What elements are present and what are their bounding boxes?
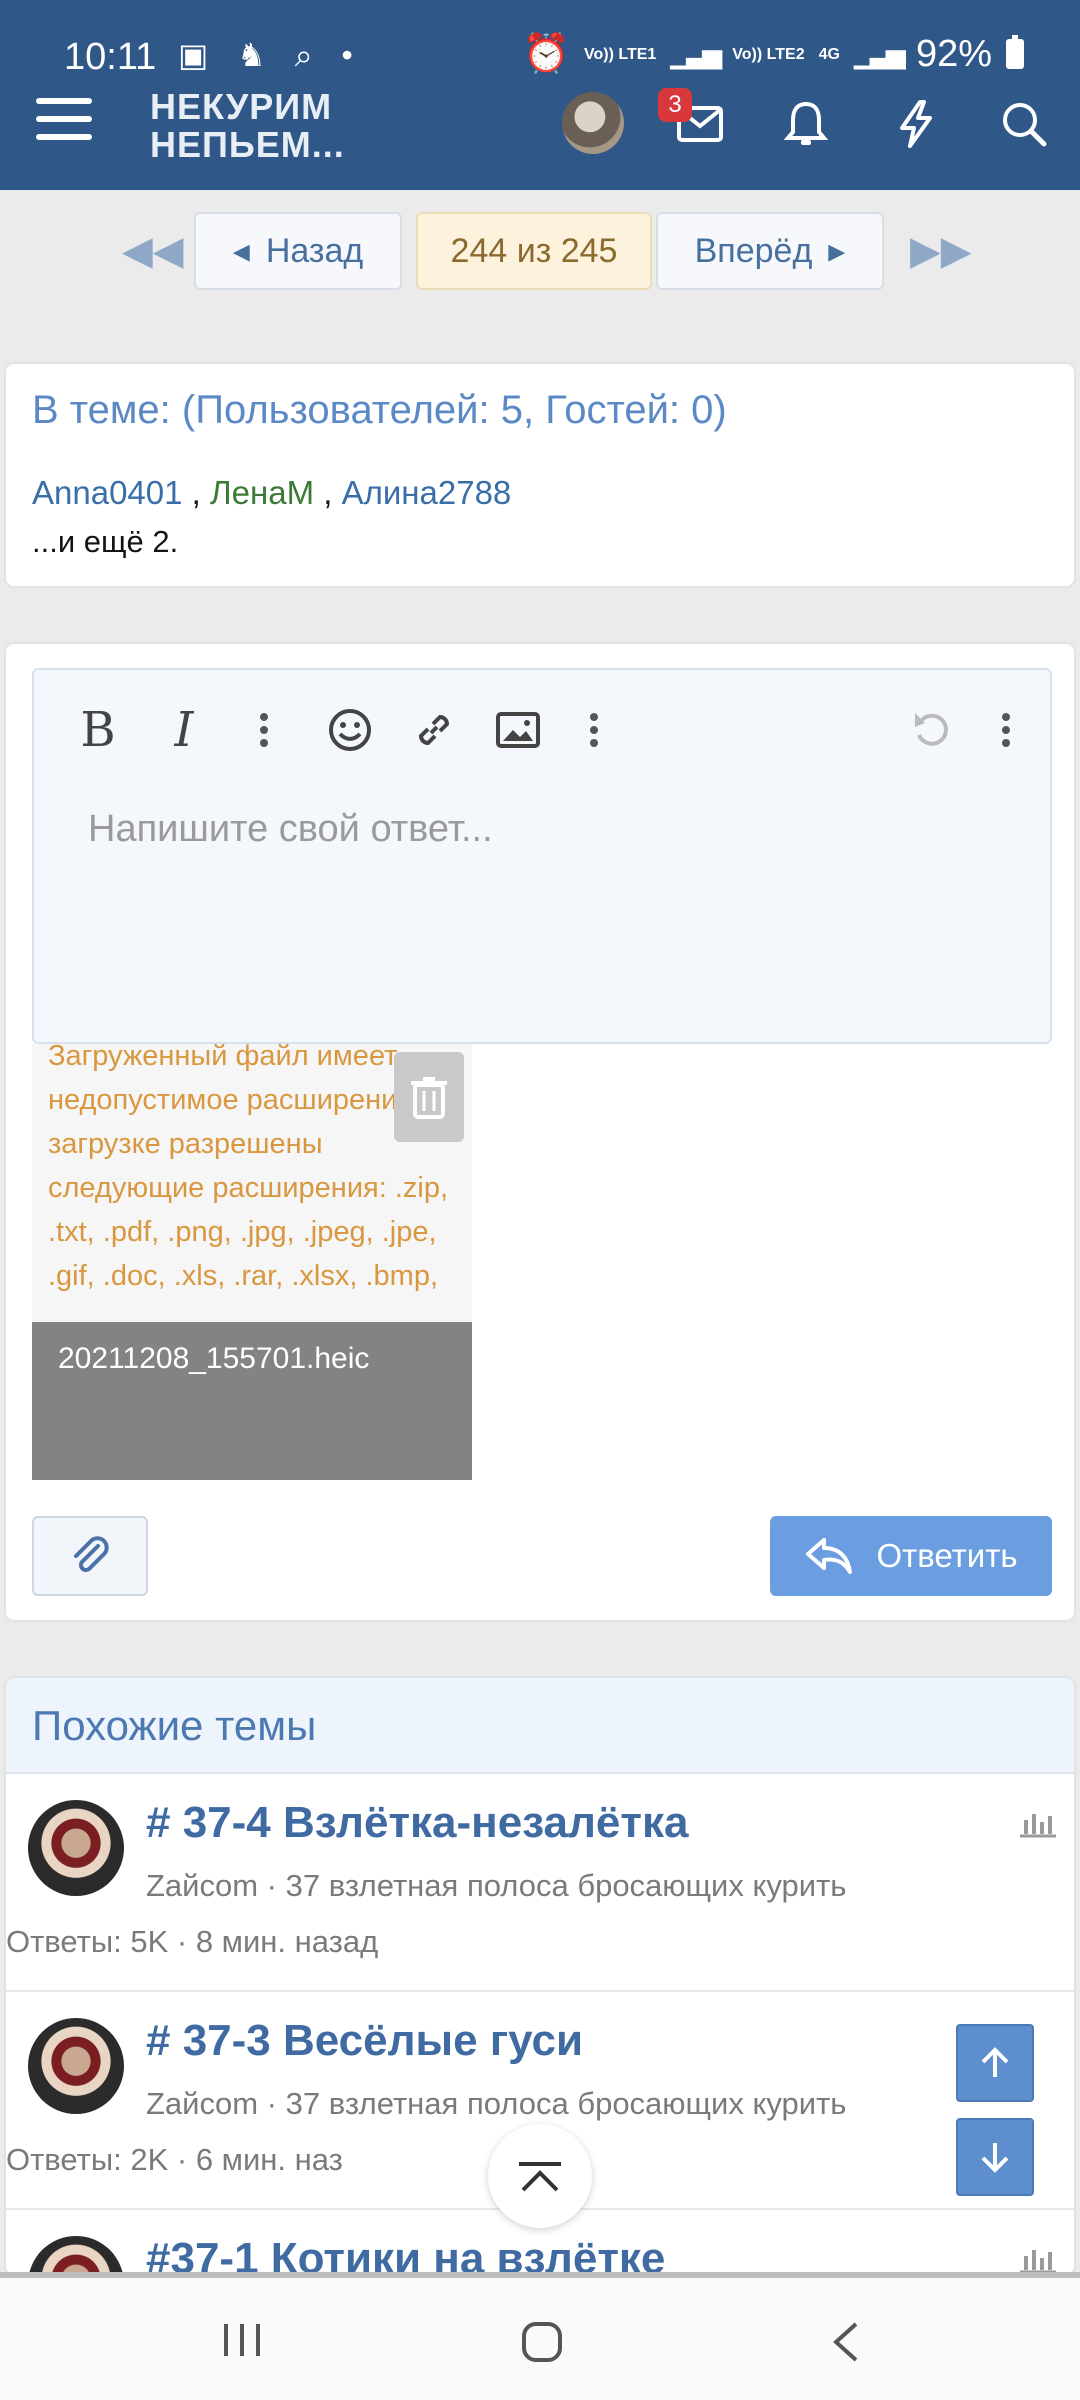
bell-icon[interactable] bbox=[778, 96, 834, 152]
user-link[interactable]: Алина2788 bbox=[342, 474, 512, 511]
app-header: 10:11 ▣ ♞ ⌕ • ⏰ Vo)) LTE1 ▁▃▅ Vo)) LTE2 … bbox=[0, 0, 1080, 190]
thread-meta: Zaйcom · 37 взлетная полоса бросающих ку… bbox=[146, 2086, 847, 2121]
emoji-icon[interactable] bbox=[322, 702, 378, 758]
signal1-icon: ▁▃▅ bbox=[670, 38, 722, 69]
thread-author-avatar[interactable] bbox=[28, 2018, 124, 2114]
similar-threads-title: Похожие темы bbox=[6, 1678, 1074, 1774]
arrow-up-icon bbox=[981, 2047, 1009, 2077]
online-users-list: Anna0401 , ЛенаМ , Алина2788 bbox=[32, 474, 512, 511]
attachment-name-overlay: 20211208_155701.heic bbox=[32, 1322, 472, 1480]
caret-left-icon: ◂ bbox=[232, 232, 250, 270]
attach-file-button[interactable] bbox=[32, 1516, 148, 1596]
italic-button[interactable]: I bbox=[156, 702, 212, 758]
reply-label: Ответить bbox=[876, 1537, 1018, 1574]
prev-label: Назад bbox=[265, 231, 364, 270]
undo-icon[interactable] bbox=[904, 702, 960, 758]
thread-stats: Ответы: 5K · 8 мин. назад bbox=[6, 1924, 379, 1959]
notification-icons: ▣ ♞ ⌕ • bbox=[178, 37, 363, 73]
reply-card: B I Напишите свой ответ... Загруженный ф… bbox=[4, 642, 1076, 1622]
lightning-icon[interactable] bbox=[888, 96, 944, 152]
delete-attachment-icon[interactable] bbox=[394, 1052, 464, 1142]
page-indicator[interactable]: 244 из 245 bbox=[416, 212, 652, 290]
more-users-text: ...и ещё 2. bbox=[32, 524, 179, 559]
reply-icon bbox=[806, 1538, 853, 1574]
attachment-tile: Загруженный файл имеет недопустимое расш… bbox=[32, 1044, 472, 1480]
search-icon[interactable] bbox=[996, 96, 1052, 152]
thread-title[interactable]: # 37-4 Взлётка-незалётка bbox=[146, 1798, 688, 1848]
messages-badge: 3 bbox=[658, 88, 692, 122]
first-page-icon[interactable]: ◀◀ bbox=[122, 228, 184, 274]
site-logo[interactable]: НЕКУРИМ НЕПЬЕМ... bbox=[150, 88, 345, 164]
thread-meta: Zaйcom · 37 взлетная полоса бросающих ку… bbox=[146, 1868, 847, 1903]
thread-item[interactable]: # 37-4 Взлётка-незалётка Zaйcom · 37 взл… bbox=[6, 1774, 1074, 1992]
thread-title[interactable]: #37-1 Котики на взлётке bbox=[146, 2234, 665, 2274]
recent-apps-icon[interactable] bbox=[220, 2320, 264, 2360]
chevron-up-icon bbox=[519, 2162, 561, 2192]
reply-button[interactable]: Ответить bbox=[770, 1516, 1052, 1596]
logo-line2: НЕПЬЕМ... bbox=[150, 124, 345, 165]
thread-stats: Ответы: 2K · 6 мин. наз bbox=[6, 2142, 343, 2177]
sim1-label: Vo)) LTE1 bbox=[584, 45, 657, 63]
prev-page-button[interactable]: ◂ Назад bbox=[194, 212, 402, 290]
system-nav-bar bbox=[0, 2272, 1080, 2400]
last-page-icon[interactable]: ▶▶ bbox=[910, 228, 972, 274]
caret-right-icon: ▸ bbox=[828, 232, 846, 270]
scroll-down-button[interactable] bbox=[956, 2118, 1034, 2196]
paperclip-icon bbox=[74, 1536, 109, 1572]
stats-chart-icon bbox=[1020, 1814, 1056, 1838]
reply-editor[interactable]: B I Напишите свой ответ... bbox=[32, 668, 1052, 1044]
thread-author-avatar[interactable] bbox=[28, 2236, 124, 2274]
next-label: Вперёд bbox=[694, 231, 813, 270]
thread-author-avatar[interactable] bbox=[28, 1800, 124, 1896]
next-page-button[interactable]: Вперёд ▸ bbox=[656, 212, 884, 290]
net-type-label: 4G bbox=[818, 45, 840, 63]
status-right: ⏰ Vo)) LTE1 ▁▃▅ Vo)) LTE2 4G ▁▃▅ 92% bbox=[523, 32, 1024, 76]
back-to-top-button[interactable] bbox=[488, 2124, 592, 2228]
signal2-icon: ▁▃▅ bbox=[853, 38, 906, 69]
link-icon[interactable] bbox=[406, 702, 462, 758]
more-format-icon[interactable] bbox=[236, 702, 292, 758]
page-navigation: ◀◀ ◂ Назад 244 из 245 Вперёд ▸ ▶▶ bbox=[0, 212, 1080, 292]
online-users-card: В теме: (Пользователей: 5, Гостей: 0) An… bbox=[4, 362, 1076, 588]
alarm-icon: ⏰ bbox=[522, 33, 570, 75]
reply-placeholder: Напишите свой ответ... bbox=[88, 808, 493, 850]
user-link[interactable]: Anna0401 bbox=[32, 474, 182, 511]
bold-button[interactable]: B bbox=[70, 702, 126, 758]
sim2-label: Vo)) LTE2 bbox=[732, 45, 805, 63]
logo-line1: НЕКУРИМ bbox=[150, 86, 333, 127]
menu-icon[interactable] bbox=[36, 98, 92, 146]
more-insert-icon[interactable] bbox=[566, 702, 622, 758]
battery-percent: 92% bbox=[915, 32, 992, 75]
image-icon[interactable] bbox=[490, 702, 546, 758]
battery-icon bbox=[1006, 35, 1024, 69]
scroll-up-button[interactable] bbox=[956, 2024, 1034, 2102]
thread-title[interactable]: # 37-3 Весёлые гуси bbox=[146, 2016, 583, 2066]
back-icon[interactable] bbox=[828, 2320, 864, 2364]
attachment-filename: 20211208_155701.heic bbox=[58, 1342, 370, 1375]
user-avatar[interactable] bbox=[562, 92, 624, 154]
online-title: В теме: (Пользователей: 5, Гостей: 0) bbox=[32, 388, 727, 432]
status-time: 10:11 bbox=[64, 36, 157, 78]
stats-chart-icon bbox=[1020, 2250, 1056, 2274]
home-icon[interactable] bbox=[520, 2320, 564, 2364]
arrow-down-icon bbox=[981, 2143, 1009, 2173]
more-options-icon[interactable] bbox=[978, 702, 1034, 758]
user-link[interactable]: ЛенаМ bbox=[210, 474, 314, 511]
status-bar: 10:11 ▣ ♞ ⌕ • ⏰ Vo)) LTE1 ▁▃▅ Vo)) LTE2 … bbox=[0, 0, 1080, 80]
